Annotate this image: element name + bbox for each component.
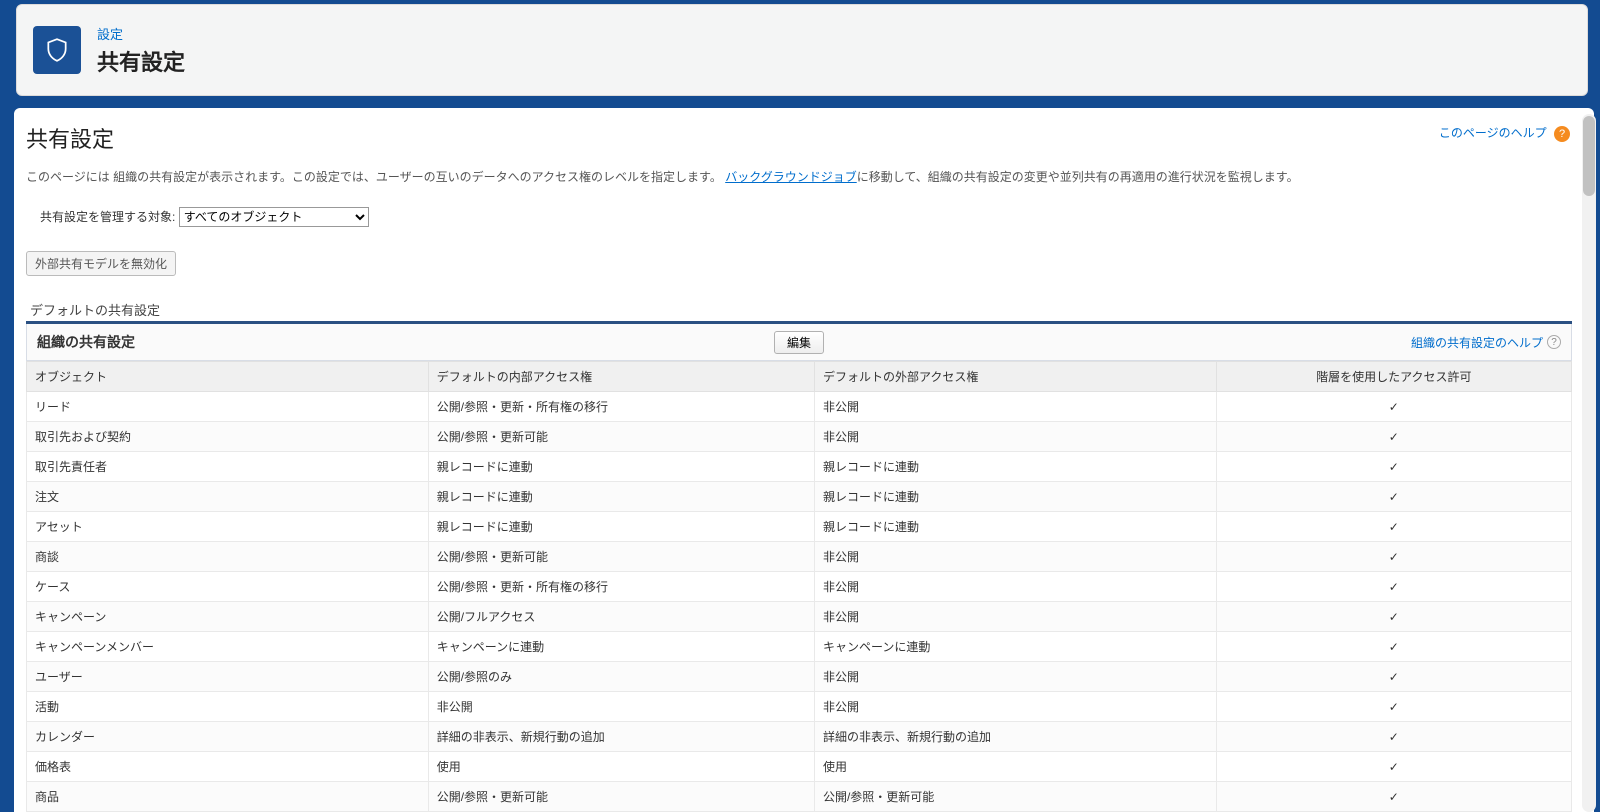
content-panel: 共有設定 このページのヘルプ ? このページには 組織の共有設定が表示されます。… <box>14 108 1594 812</box>
cell-internal: 公開/参照・更新可能 <box>428 542 814 572</box>
cell-external: 非公開 <box>814 602 1216 632</box>
cell-internal: 親レコードに連動 <box>428 512 814 542</box>
cell-external: 公開/参照・更新可能 <box>814 782 1216 812</box>
cell-hierarchy: ✓ <box>1216 482 1571 512</box>
cell-external: 親レコードに連動 <box>814 482 1216 512</box>
cell-object: 価格表 <box>27 752 429 782</box>
cell-object: 商談 <box>27 542 429 572</box>
filter-label: 共有設定を管理する対象: <box>40 210 175 224</box>
cell-object: ケース <box>27 572 429 602</box>
cell-object: 商品 <box>27 782 429 812</box>
cell-internal: 使用 <box>428 752 814 782</box>
cell-internal: 公開/参照のみ <box>428 662 814 692</box>
cell-hierarchy: ✓ <box>1216 662 1571 692</box>
app-window: 設定 共有設定 共有設定 このページのヘルプ ? このページには 組織の共有設定… <box>0 0 1600 812</box>
cell-object: アセット <box>27 512 429 542</box>
table-row: カレンダー詳細の非表示、新規行動の追加詳細の非表示、新規行動の追加✓ <box>27 722 1572 752</box>
col-hierarchy: 階層を使用したアクセス許可 <box>1216 362 1571 392</box>
cell-hierarchy: ✓ <box>1216 392 1571 422</box>
cell-external: 非公開 <box>814 692 1216 722</box>
table-row: 取引先責任者親レコードに連動親レコードに連動✓ <box>27 452 1572 482</box>
cell-hierarchy: ✓ <box>1216 752 1571 782</box>
cell-object: キャンペーン <box>27 602 429 632</box>
section-label: デフォルトの共有設定 <box>30 300 1572 319</box>
cell-external: 非公開 <box>814 422 1216 452</box>
cell-external: 詳細の非表示、新規行動の追加 <box>814 722 1216 752</box>
cell-object: キャンペーンメンバー <box>27 632 429 662</box>
object-filter-select[interactable]: すべてのオブジェクト <box>179 207 369 227</box>
page-title: 共有設定 <box>97 45 185 77</box>
cell-external: 非公開 <box>814 392 1216 422</box>
cell-internal: 親レコードに連動 <box>428 482 814 512</box>
col-external: デフォルトの外部アクセス権 <box>814 362 1216 392</box>
cell-external: 非公開 <box>814 662 1216 692</box>
table-row: キャンペーンメンバーキャンペーンに連動キャンペーンに連動✓ <box>27 632 1572 662</box>
cell-internal: 詳細の非表示、新規行動の追加 <box>428 722 814 752</box>
cell-internal: 公開/参照・更新・所有権の移行 <box>428 572 814 602</box>
page-help-link[interactable]: このページのヘルプ ? <box>1439 124 1570 142</box>
cell-internal: 公開/参照・更新可能 <box>428 782 814 812</box>
table-row: アセット親レコードに連動親レコードに連動✓ <box>27 512 1572 542</box>
table-row: ユーザー公開/参照のみ非公開✓ <box>27 662 1572 692</box>
cell-internal: 公開/参照・更新可能 <box>428 422 814 452</box>
scrollbar-thumb[interactable] <box>1583 116 1595 196</box>
cell-object: 活動 <box>27 692 429 722</box>
cell-hierarchy: ✓ <box>1216 602 1571 632</box>
cell-internal: 親レコードに連動 <box>428 452 814 482</box>
cell-external: 使用 <box>814 752 1216 782</box>
cell-object: 取引先および契約 <box>27 422 429 452</box>
table-row: 注文親レコードに連動親レコードに連動✓ <box>27 482 1572 512</box>
cell-hierarchy: ✓ <box>1216 722 1571 752</box>
col-internal: デフォルトの内部アクセス権 <box>428 362 814 392</box>
content-heading: 共有設定 <box>26 122 1572 154</box>
cell-external: 非公開 <box>814 542 1216 572</box>
panel-header: 組織の共有設定 編集 組織の共有設定のヘルプ ? <box>26 324 1572 361</box>
cell-object: 注文 <box>27 482 429 512</box>
sharing-settings-table: オブジェクト デフォルトの内部アクセス権 デフォルトの外部アクセス権 階層を使用… <box>26 361 1572 812</box>
cell-object: リード <box>27 392 429 422</box>
cell-hierarchy: ✓ <box>1216 512 1571 542</box>
cell-internal: 公開/フルアクセス <box>428 602 814 632</box>
breadcrumb[interactable]: 設定 <box>97 24 185 43</box>
cell-hierarchy: ✓ <box>1216 692 1571 722</box>
disable-external-sharing-button[interactable]: 外部共有モデルを無効化 <box>26 251 176 276</box>
table-row: 価格表使用使用✓ <box>27 752 1572 782</box>
cell-external: 非公開 <box>814 572 1216 602</box>
cell-hierarchy: ✓ <box>1216 782 1571 812</box>
shield-icon <box>33 26 81 74</box>
cell-object: カレンダー <box>27 722 429 752</box>
table-row: 商品公開/参照・更新可能公開/参照・更新可能✓ <box>27 782 1572 812</box>
cell-internal: 公開/参照・更新・所有権の移行 <box>428 392 814 422</box>
table-row: 商談公開/参照・更新可能非公開✓ <box>27 542 1572 572</box>
filter-row: 共有設定を管理する対象: すべてのオブジェクト <box>40 207 1572 227</box>
page-description: このページには 組織の共有設定が表示されます。この設定では、ユーザーの互いのデー… <box>26 168 1572 185</box>
cell-internal: 非公開 <box>428 692 814 722</box>
table-row: キャンペーン公開/フルアクセス非公開✓ <box>27 602 1572 632</box>
edit-button[interactable]: 編集 <box>774 331 824 354</box>
cell-external: キャンペーンに連動 <box>814 632 1216 662</box>
page-header: 設定 共有設定 <box>16 4 1588 96</box>
cell-hierarchy: ✓ <box>1216 632 1571 662</box>
table-row: ケース公開/参照・更新・所有権の移行非公開✓ <box>27 572 1572 602</box>
cell-external: 親レコードに連動 <box>814 452 1216 482</box>
cell-internal: キャンペーンに連動 <box>428 632 814 662</box>
header-text: 設定 共有設定 <box>97 24 185 77</box>
vertical-scrollbar[interactable] <box>1582 114 1596 812</box>
cell-hierarchy: ✓ <box>1216 452 1571 482</box>
cell-hierarchy: ✓ <box>1216 542 1571 572</box>
help-icon: ? <box>1554 126 1570 142</box>
background-jobs-link[interactable]: バックグラウンドジョブ <box>725 170 857 184</box>
cell-object: 取引先責任者 <box>27 452 429 482</box>
content-scroll: 共有設定 このページのヘルプ ? このページには 組織の共有設定が表示されます。… <box>26 122 1572 812</box>
cell-hierarchy: ✓ <box>1216 572 1571 602</box>
cell-hierarchy: ✓ <box>1216 422 1571 452</box>
edit-button-wrap: 編集 <box>27 331 1571 354</box>
table-row: 活動非公開非公開✓ <box>27 692 1572 722</box>
cell-object: ユーザー <box>27 662 429 692</box>
col-object: オブジェクト <box>27 362 429 392</box>
table-row: リード公開/参照・更新・所有権の移行非公開✓ <box>27 392 1572 422</box>
table-row: 取引先および契約公開/参照・更新可能非公開✓ <box>27 422 1572 452</box>
cell-external: 親レコードに連動 <box>814 512 1216 542</box>
